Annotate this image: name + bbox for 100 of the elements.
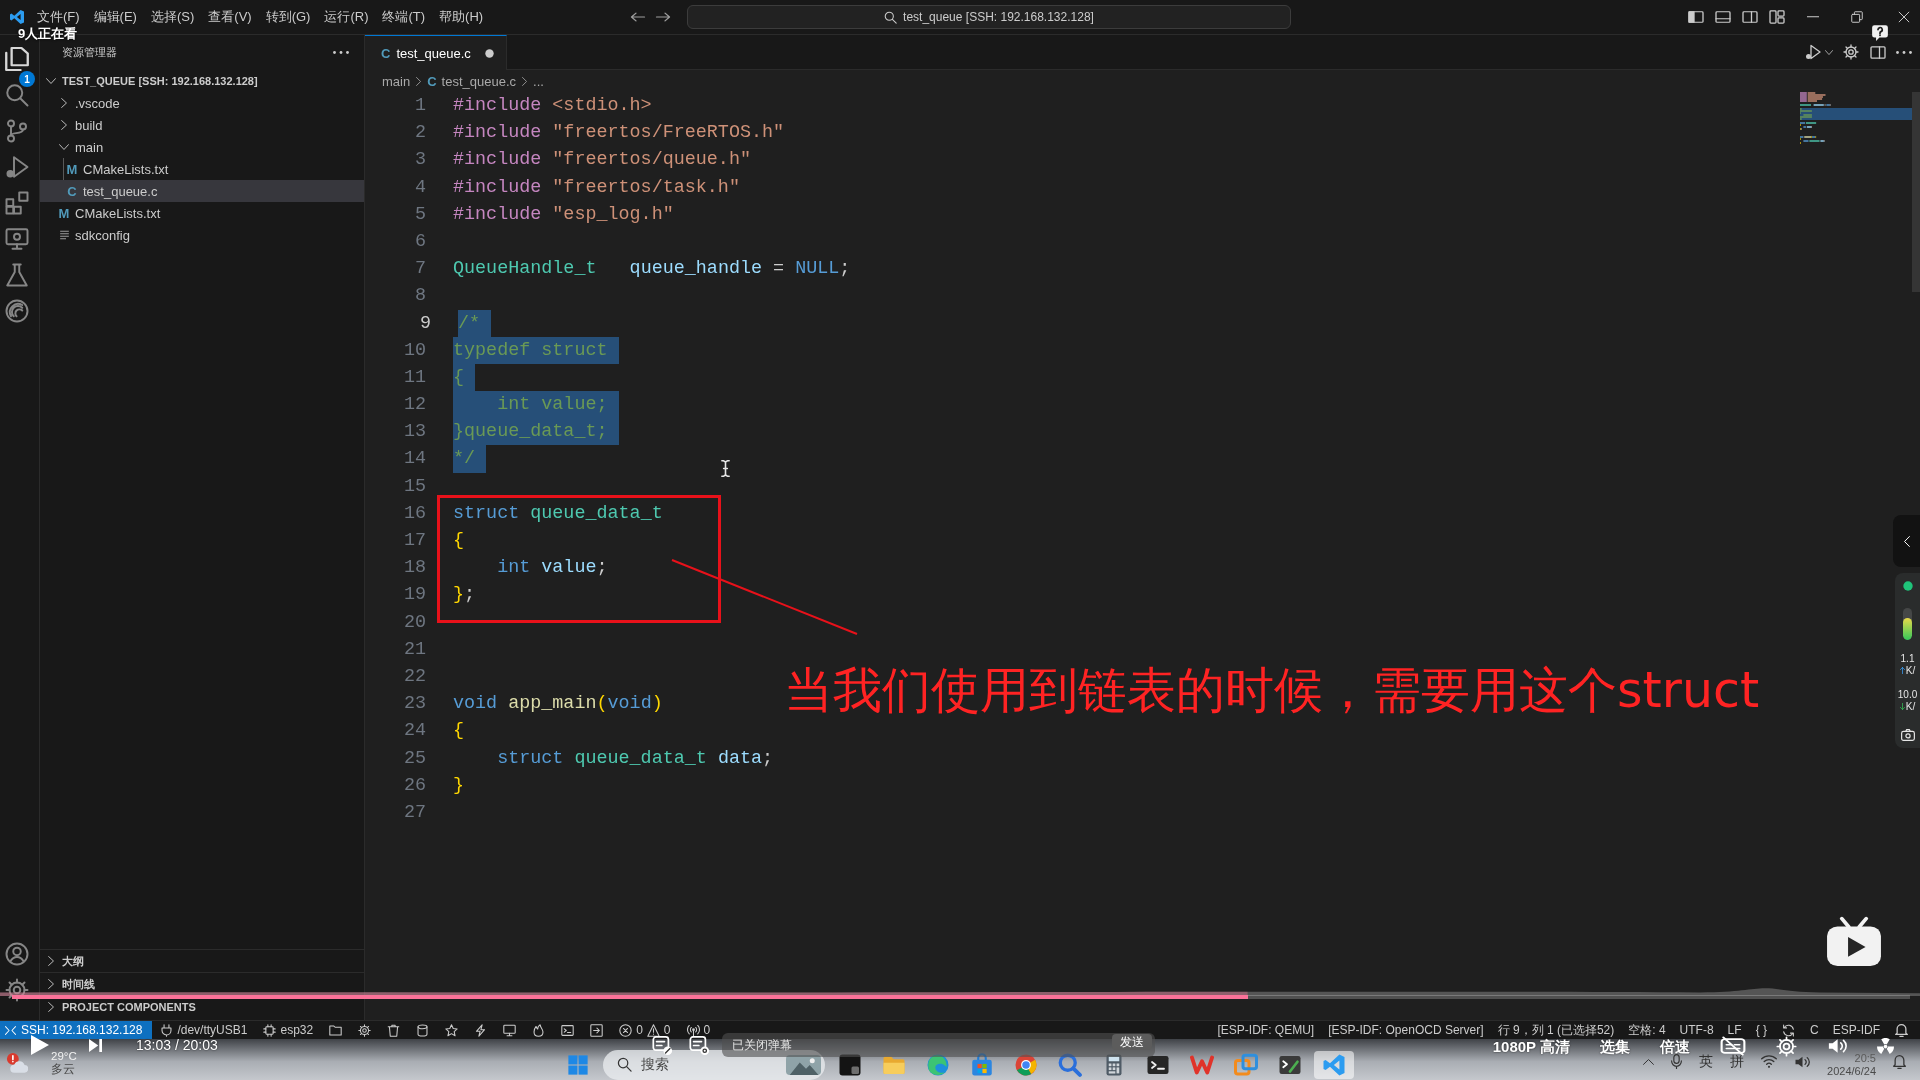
scrollbar-thumb[interactable] bbox=[1912, 92, 1920, 292]
menu-item[interactable]: 帮助(H) bbox=[432, 7, 491, 27]
remote-indicator[interactable]: SSH: 192.168.132.128 bbox=[0, 1021, 153, 1039]
progress-track[interactable] bbox=[12, 995, 1910, 999]
tree-item[interactable]: main bbox=[40, 136, 364, 158]
tv-play-icon[interactable] bbox=[1826, 916, 1882, 967]
star-icon[interactable] bbox=[445, 1023, 459, 1037]
sync-icon[interactable] bbox=[1782, 1023, 1795, 1037]
speaker-icon[interactable] bbox=[1794, 1054, 1811, 1069]
settings-icon[interactable] bbox=[358, 1023, 372, 1037]
volume-icon[interactable] bbox=[1827, 1037, 1847, 1055]
quality-button[interactable]: 1080P 高清 bbox=[1492, 1037, 1570, 1055]
terminal-icon[interactable] bbox=[561, 1023, 575, 1037]
extensions-icon[interactable] bbox=[5, 191, 29, 215]
more-icon[interactable] bbox=[1896, 50, 1912, 54]
status-bar-item[interactable]: C bbox=[1803, 1021, 1826, 1039]
chevron-up-icon[interactable] bbox=[1643, 1058, 1655, 1065]
panel-header[interactable]: 大纲 bbox=[40, 949, 364, 972]
start-icon[interactable] bbox=[566, 1053, 589, 1076]
tree-item[interactable]: build bbox=[40, 114, 364, 136]
tree-item[interactable]: .vscode bbox=[40, 92, 364, 114]
split-layout-icon[interactable] bbox=[1742, 10, 1758, 24]
tree-item[interactable]: TEST_QUEUE [SSH: 192.168.132.128] bbox=[40, 70, 364, 92]
branch-icon[interactable] bbox=[5, 119, 29, 143]
files-icon[interactable] bbox=[5, 47, 29, 71]
editor-tab[interactable]: C test_queue.c bbox=[365, 35, 507, 70]
tree-item[interactable]: sdkconfig bbox=[40, 224, 364, 246]
status-bar-item[interactable]: { } bbox=[1748, 1021, 1774, 1039]
menu-item[interactable]: 运行(R) bbox=[317, 7, 376, 27]
split-editor-icon[interactable] bbox=[1870, 44, 1886, 60]
episodes-button[interactable]: 选集 bbox=[1600, 1037, 1630, 1055]
status-bar-item[interactable]: UTF-8 bbox=[1672, 1021, 1721, 1039]
minimap-drawing[interactable] bbox=[1800, 92, 1912, 146]
lightning-icon[interactable] bbox=[474, 1023, 488, 1037]
tree-item[interactable]: M CMakeLists.txt bbox=[40, 202, 364, 224]
panel-layout-icon[interactable] bbox=[1715, 10, 1731, 24]
tree-item[interactable]: M CMakeLists.txt bbox=[40, 158, 364, 180]
flame-icon[interactable] bbox=[532, 1023, 546, 1037]
menu-item[interactable]: 文件(F) bbox=[30, 7, 87, 27]
comment-settings-icon[interactable] bbox=[689, 1034, 710, 1056]
subtitle-off-icon[interactable] bbox=[1720, 1036, 1746, 1056]
speed-button[interactable]: 倍速 bbox=[1660, 1037, 1690, 1055]
run-debug-icon[interactable] bbox=[5, 155, 29, 179]
status-bar-item[interactable]: esp32 bbox=[255, 1021, 322, 1039]
ports-indicator[interactable]: 0 bbox=[678, 1021, 719, 1039]
forward-arrow-icon[interactable] bbox=[655, 10, 671, 24]
breadcrumb-item[interactable]: C test_queue.c bbox=[427, 73, 517, 89]
menu-item[interactable]: 编辑(E) bbox=[86, 7, 144, 27]
grid-layout-icon[interactable] bbox=[1769, 10, 1785, 24]
camera-icon[interactable] bbox=[1900, 729, 1915, 741]
close-icon[interactable] bbox=[1898, 11, 1910, 23]
menu-item[interactable]: 选择(S) bbox=[143, 7, 202, 27]
trash-icon[interactable] bbox=[387, 1023, 401, 1037]
minimize-icon[interactable] bbox=[1807, 16, 1819, 18]
settings-icon[interactable] bbox=[1843, 44, 1859, 60]
dot-icon[interactable] bbox=[484, 48, 494, 58]
restore-icon[interactable] bbox=[1851, 11, 1863, 23]
back-arrow-icon[interactable] bbox=[630, 10, 646, 24]
more-icon[interactable] bbox=[333, 51, 349, 54]
search-icon[interactable] bbox=[5, 83, 29, 107]
wifi-icon[interactable] bbox=[1761, 1055, 1778, 1068]
next-icon[interactable] bbox=[89, 1038, 102, 1052]
status-bar-item[interactable]: LF bbox=[1720, 1021, 1749, 1039]
monitor-icon[interactable] bbox=[5, 227, 29, 251]
account-icon[interactable] bbox=[5, 942, 29, 966]
taskbar-search[interactable]: 搜索 bbox=[602, 1049, 825, 1080]
run-debug-icon[interactable] bbox=[1805, 44, 1821, 60]
signal-logo-icon[interactable] bbox=[5, 299, 29, 323]
comment-input[interactable]: 已关闭弹幕 发送 bbox=[722, 1033, 1155, 1057]
chevron-down-icon[interactable] bbox=[1825, 49, 1833, 55]
status-bar-item[interactable]: 行 9，列 1 (已选择52) bbox=[1490, 1021, 1622, 1039]
help-icon[interactable] bbox=[1871, 24, 1889, 42]
status-bar-item[interactable]: ESP-IDF bbox=[1825, 1021, 1887, 1039]
trefoil-icon[interactable] bbox=[1877, 1038, 1894, 1054]
monitor-icon[interactable] bbox=[503, 1023, 517, 1037]
input-method-indicator[interactable]: 英 bbox=[1699, 1052, 1714, 1071]
input-method-indicator[interactable]: 拼 bbox=[1730, 1052, 1745, 1071]
status-bar-item[interactable]: 空格: 4 bbox=[1621, 1021, 1673, 1039]
microphone-icon[interactable] bbox=[1671, 1054, 1683, 1069]
settings-icon[interactable] bbox=[5, 978, 29, 1002]
command-center[interactable]: test_queue [SSH: 192.168.132.128] bbox=[687, 5, 1291, 29]
chevron-left-icon bbox=[1903, 535, 1910, 547]
send-button[interactable]: 发送 bbox=[1112, 1034, 1152, 1050]
status-bar-item[interactable]: [ESP-IDF: OpenOCD Server] bbox=[1321, 1021, 1491, 1039]
problems-indicator[interactable]: 0 0 bbox=[611, 1021, 679, 1039]
status-bar-item[interactable]: /dev/ttyUSB1 bbox=[152, 1021, 256, 1039]
cylinder-icon[interactable] bbox=[416, 1023, 430, 1037]
breadcrumb-item[interactable]: ... bbox=[533, 73, 544, 89]
flask-icon[interactable] bbox=[5, 263, 29, 287]
status-bar-item[interactable]: [ESP-IDF: QEMU] bbox=[1210, 1021, 1322, 1039]
breadcrumb-item[interactable]: main bbox=[382, 73, 411, 89]
play-icon[interactable] bbox=[31, 1035, 49, 1055]
sidebar-layout-icon[interactable] bbox=[1688, 10, 1704, 24]
comment-off-icon[interactable] bbox=[652, 1034, 673, 1056]
tree-item[interactable]: C test_queue.c bbox=[40, 180, 364, 202]
menu-item[interactable]: 终端(T) bbox=[375, 7, 433, 27]
folder-icon[interactable] bbox=[329, 1023, 343, 1037]
menu-item[interactable]: 转到(G) bbox=[258, 7, 318, 27]
bell-icon[interactable] bbox=[1893, 1054, 1906, 1069]
menu-item[interactable]: 查看(V) bbox=[201, 7, 259, 27]
